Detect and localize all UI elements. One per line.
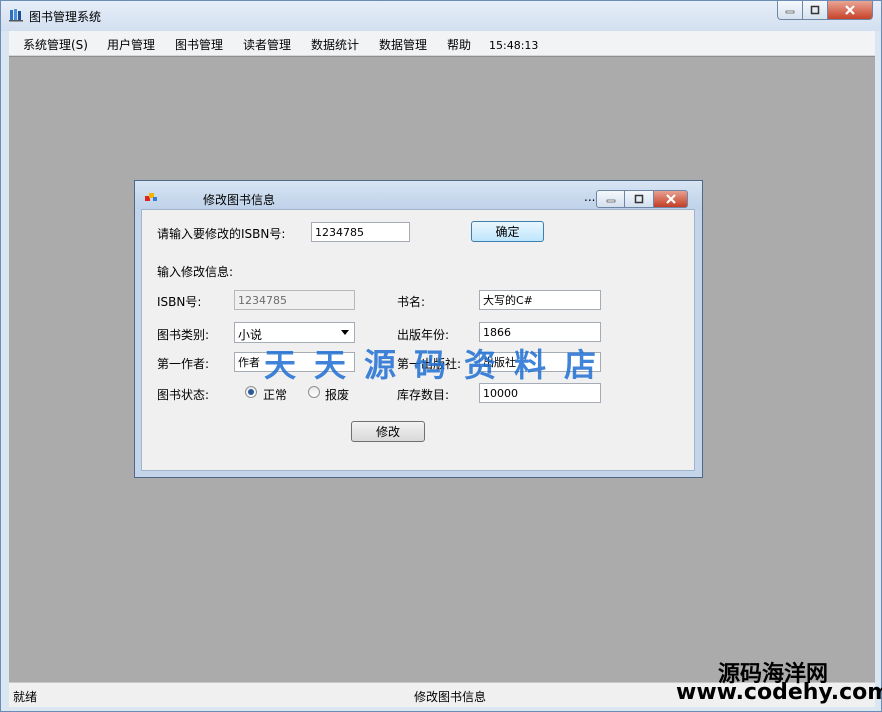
menu-help[interactable]: 帮助 <box>447 36 471 53</box>
menu-data[interactable]: 数据管理 <box>379 36 427 53</box>
maximize-button[interactable] <box>803 1 828 20</box>
dialog-title: 修改图书信息 <box>203 193 276 207</box>
category-selected-value: 小说 <box>238 328 263 342</box>
dialog-title-bar[interactable]: 修改图书信息 ... <box>135 181 702 209</box>
title-label: 书名: <box>397 295 426 309</box>
clock-display: 15:48:13 <box>489 39 539 52</box>
status-scrapped-radio[interactable] <box>308 386 320 398</box>
isbn-query-input[interactable] <box>311 222 410 242</box>
minimize-icon <box>785 10 795 14</box>
close-icon <box>845 5 855 15</box>
maximize-icon <box>810 5 820 15</box>
minimize-button[interactable] <box>777 1 803 20</box>
menu-system[interactable]: 系统管理(S) <box>23 36 88 53</box>
stock-label: 库存数目: <box>397 388 450 402</box>
confirm-button[interactable]: 确定 <box>471 221 544 242</box>
stock-field[interactable] <box>479 383 601 403</box>
category-label: 图书类别: <box>157 328 210 342</box>
menu-statistics[interactable]: 数据统计 <box>311 36 359 53</box>
dialog-close-button[interactable] <box>654 190 688 208</box>
dialog-minimize-button[interactable] <box>596 190 625 208</box>
watermark-site-url: www.codehy.com <box>676 680 882 705</box>
year-field[interactable] <box>479 322 601 342</box>
edit-section-label: 输入修改信息: <box>157 265 234 279</box>
menu-books[interactable]: 图书管理 <box>175 36 223 53</box>
status-ready: 就绪 <box>13 690 38 704</box>
form-icon <box>145 193 157 201</box>
chevron-down-icon <box>341 330 349 335</box>
menu-bar: 系统管理(S) 用户管理 图书管理 读者管理 数据统计 数据管理 帮助 15:4… <box>9 31 875 56</box>
isbn-prompt-label: 请输入要修改的ISBN号: <box>157 227 286 241</box>
books-app-icon <box>9 9 23 22</box>
main-title-bar[interactable]: 图书管理系统 <box>1 1 881 31</box>
menu-users[interactable]: 用户管理 <box>107 36 155 53</box>
dialog-maximize-button[interactable] <box>625 190 654 208</box>
dialog-title-ellipsis: ... <box>584 190 596 204</box>
main-window-title: 图书管理系统 <box>29 10 102 24</box>
minimize-icon <box>606 199 615 203</box>
status-current-form: 修改图书信息 <box>414 690 487 704</box>
watermark-overlay: 天天源码资料店 <box>264 346 615 384</box>
maximize-icon <box>634 194 644 204</box>
close-icon <box>665 194 676 204</box>
author-label: 第一作者: <box>157 357 210 371</box>
dialog-window-controls <box>596 190 688 208</box>
status-label: 图书状态: <box>157 388 210 402</box>
status-normal-radio[interactable] <box>245 386 257 398</box>
close-button[interactable] <box>828 1 873 20</box>
edit-book-dialog: 修改图书信息 ... 请输入要修改的ISBN号: 确定 输入修改信息: ISBN… <box>134 180 703 478</box>
window-controls <box>777 1 873 21</box>
isbn-field <box>234 290 355 310</box>
status-scrapped-label[interactable]: 报废 <box>325 386 349 403</box>
isbn-label: ISBN号: <box>157 295 202 309</box>
menu-readers[interactable]: 读者管理 <box>243 36 291 53</box>
title-field[interactable] <box>479 290 601 310</box>
radio-selected-dot <box>248 389 254 395</box>
status-normal-label[interactable]: 正常 <box>263 386 287 403</box>
modify-button[interactable]: 修改 <box>351 421 425 442</box>
